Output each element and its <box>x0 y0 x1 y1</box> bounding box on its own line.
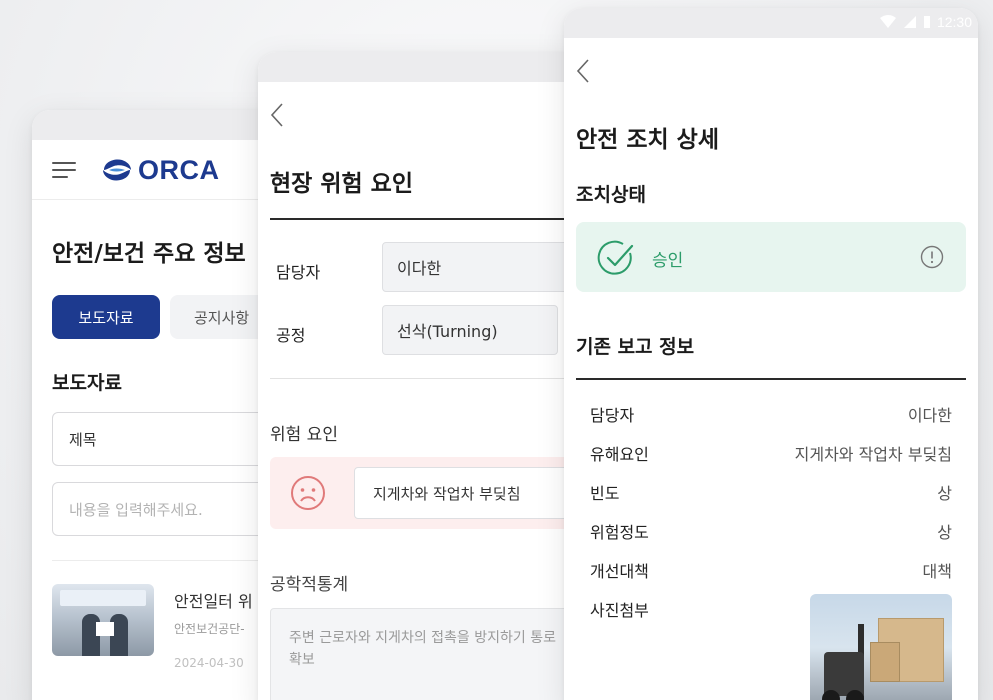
status-icons: 12:30 <box>879 14 972 30</box>
report-section-title: 기존 보고 정보 <box>576 336 695 358</box>
report-rule <box>576 378 966 380</box>
hazard-label: 위험 요인 <box>270 425 338 445</box>
page-title: 현장 위험 요인 <box>270 171 413 197</box>
process-field[interactable]: 선삭(Turning) <box>382 305 558 355</box>
row-value-improvement: 대책 <box>922 562 952 581</box>
row-value-hazard: 지게차와 작업차 부딪침 <box>794 445 952 464</box>
engineering-textarea[interactable]: 주변 근로자와 지게차의 접촉을 방지하기 통로 확보 <box>270 608 588 700</box>
info-icon[interactable] <box>920 245 944 269</box>
wifi-icon <box>879 15 896 28</box>
process-label: 공정 <box>276 326 306 345</box>
row-label-person: 담당자 <box>590 406 635 425</box>
approval-card: 승인 <box>576 222 966 292</box>
tab-press-release[interactable]: 보도자료 <box>52 295 160 339</box>
status-time: 12:30 <box>936 14 972 30</box>
row-label-severity: 위험정도 <box>590 523 649 542</box>
signal-icon <box>903 16 916 28</box>
back-arrow-icon[interactable] <box>268 102 286 128</box>
check-circle-icon <box>597 240 634 275</box>
news-source: 안전보건공단- <box>174 622 245 636</box>
section-title: 보도자료 <box>52 372 122 394</box>
orca-logo-icon <box>103 159 131 181</box>
person-label: 담당자 <box>276 263 321 282</box>
logo-text: ORCA <box>138 154 220 185</box>
news-thumbnail[interactable] <box>52 584 154 656</box>
approval-status: 승인 <box>652 251 684 271</box>
row-label-frequency: 빈도 <box>590 484 620 503</box>
engineering-label: 공학적통계 <box>270 575 349 595</box>
person-field[interactable]: 이다한 <box>382 242 582 292</box>
hazard-box: 지게차와 작업차 부딪침 <box>270 457 588 529</box>
menu-icon[interactable] <box>52 162 76 180</box>
status-section-title: 조치상태 <box>576 184 646 206</box>
hazard-field[interactable]: 지게차와 작업차 부딪침 <box>354 467 588 519</box>
news-date: 2024-04-30 <box>174 656 244 670</box>
status-bar: 12:30 <box>564 8 978 38</box>
phone-hazard-screen: 현장 위험 요인 담당자 이다한 공정 선삭(Turning) 위험 요인 지게… <box>258 52 588 700</box>
back-arrow-icon[interactable] <box>574 58 592 84</box>
status-bar <box>258 52 588 82</box>
orca-logo[interactable]: ORCA <box>100 154 220 186</box>
title-rule <box>270 218 588 220</box>
phone-detail-screen: 12:30 안전 조치 상세 조치상태 승인 기존 보고 정보 담당자 이다한 … <box>564 8 978 700</box>
news-title[interactable]: 안전일터 위 <box>174 588 253 612</box>
battery-icon <box>923 16 930 28</box>
row-value-frequency: 상 <box>937 484 952 503</box>
row-label-improvement: 개선대책 <box>590 562 649 581</box>
forklift-photo[interactable] <box>810 594 952 700</box>
divider <box>270 378 588 379</box>
sad-face-icon <box>291 476 325 510</box>
page-title: 안전/보건 주요 정보 <box>52 241 246 267</box>
row-label-photo: 사진첨부 <box>590 601 649 620</box>
row-label-hazard: 유해요인 <box>590 445 649 464</box>
row-value-severity: 상 <box>937 523 952 542</box>
page-title: 안전 조치 상세 <box>576 127 719 153</box>
row-value-person: 이다한 <box>907 406 952 425</box>
